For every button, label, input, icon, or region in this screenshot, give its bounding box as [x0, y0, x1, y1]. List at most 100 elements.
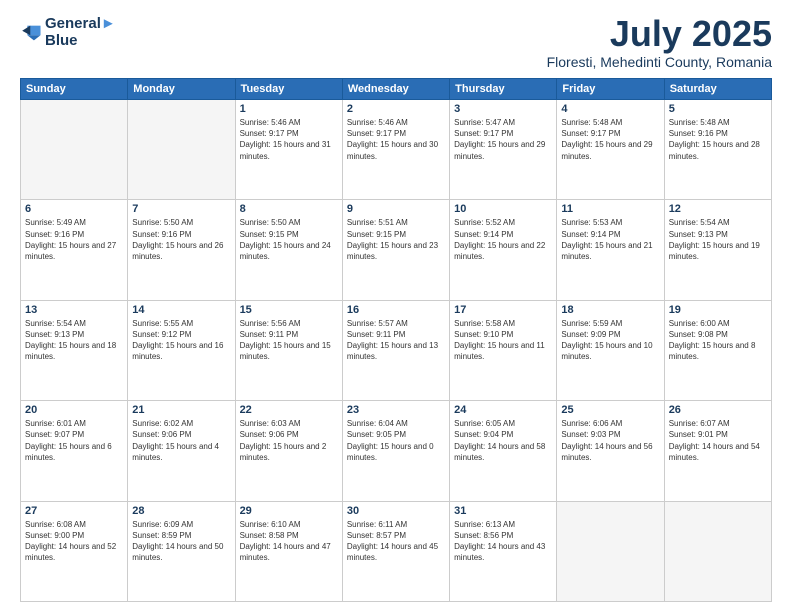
- header-wednesday: Wednesday: [342, 79, 449, 100]
- table-row: 16 Sunrise: 5:57 AM Sunset: 9:11 PM Dayli…: [342, 300, 449, 400]
- table-row: 5 Sunrise: 5:48 AM Sunset: 9:16 PM Daylig…: [664, 100, 771, 200]
- title-block: July 2025 Floresti, Mehedinti County, Ro…: [547, 16, 772, 70]
- calendar-title: July 2025: [547, 16, 772, 52]
- day-number: 21: [132, 404, 230, 416]
- table-row: 10 Sunrise: 5:52 AM Sunset: 9:14 PM Dayli…: [450, 200, 557, 300]
- table-row: 13Sunrise: 5:54 AM Sunset: 9:13 PM Dayli…: [21, 300, 128, 400]
- day-info: Sunrise: 5:50 AM Sunset: 9:15 PM Dayligh…: [240, 217, 338, 262]
- header-row: Sunday Monday Tuesday Wednesday Thursday…: [21, 79, 772, 100]
- table-row: 31Sunrise: 6:13 AM Sunset: 8:56 PM Dayli…: [450, 501, 557, 601]
- table-row: 4Sunrise: 5:48 AM Sunset: 9:17 PM Daylig…: [557, 100, 664, 200]
- table-row: 21Sunrise: 6:02 AM Sunset: 9:06 PM Dayli…: [128, 401, 235, 501]
- day-number: 28: [132, 505, 230, 517]
- day-number: 15: [240, 304, 338, 316]
- calendar-subtitle: Floresti, Mehedinti County, Romania: [547, 54, 772, 70]
- day-number: 30: [347, 505, 445, 517]
- day-info: Sunrise: 5:49 AM Sunset: 9:16 PM Dayligh…: [25, 217, 123, 262]
- day-info: Sunrise: 6:09 AM Sunset: 8:59 PM Dayligh…: [132, 519, 230, 564]
- day-number: 29: [240, 505, 338, 517]
- table-row: 25 Sunrise: 6:06 AM Sunset: 9:03 PM Dayli…: [557, 401, 664, 501]
- table-row: [557, 501, 664, 601]
- day-info: Sunrise: 6:00 AM Sunset: 9:08 PM Dayligh…: [669, 318, 767, 363]
- day-info: Sunrise: 6:08 AM Sunset: 9:00 PM Dayligh…: [25, 519, 123, 564]
- table-row: 6 Sunrise: 5:49 AM Sunset: 9:16 PM Daylig…: [21, 200, 128, 300]
- day-info: Sunrise: 6:06 AM Sunset: 9:03 PM Dayligh…: [561, 418, 659, 463]
- day-info: Sunrise: 5:51 AM Sunset: 9:15 PM Dayligh…: [347, 217, 445, 262]
- day-info: Sunrise: 6:04 AM Sunset: 9:05 PM Dayligh…: [347, 418, 445, 463]
- day-number: 2: [347, 103, 445, 115]
- day-number: 5: [669, 103, 767, 115]
- day-info: Sunrise: 5:48 AM Sunset: 9:16 PM Dayligh…: [669, 117, 767, 162]
- day-number: 1: [240, 103, 338, 115]
- day-info: Sunrise: 5:48 AM Sunset: 9:17 PM Dayligh…: [561, 117, 659, 162]
- day-info: Sunrise: 5:46 AM Sunset: 9:17 PM Dayligh…: [240, 117, 338, 162]
- table-row: 20Sunrise: 6:01 AM Sunset: 9:07 PM Dayli…: [21, 401, 128, 501]
- day-number: 19: [669, 304, 767, 316]
- table-row: [664, 501, 771, 601]
- day-number: 11: [561, 203, 659, 215]
- day-info: Sunrise: 5:55 AM Sunset: 9:12 PM Dayligh…: [132, 318, 230, 363]
- header-thursday: Thursday: [450, 79, 557, 100]
- day-number: 18: [561, 304, 659, 316]
- day-info: Sunrise: 5:54 AM Sunset: 9:13 PM Dayligh…: [669, 217, 767, 262]
- table-row: 12 Sunrise: 5:54 AM Sunset: 9:13 PM Dayli…: [664, 200, 771, 300]
- table-row: 18 Sunrise: 5:59 AM Sunset: 9:09 PM Dayli…: [557, 300, 664, 400]
- day-info: Sunrise: 5:57 AM Sunset: 9:11 PM Dayligh…: [347, 318, 445, 363]
- table-row: 17Sunrise: 5:58 AM Sunset: 9:10 PM Dayli…: [450, 300, 557, 400]
- logo-icon: [20, 22, 42, 44]
- day-number: 10: [454, 203, 552, 215]
- page: General► Blue July 2025 Floresti, Mehedi…: [0, 0, 792, 612]
- table-row: 28 Sunrise: 6:09 AM Sunset: 8:59 PM Dayli…: [128, 501, 235, 601]
- day-number: 25: [561, 404, 659, 416]
- header-tuesday: Tuesday: [235, 79, 342, 100]
- day-info: Sunrise: 5:59 AM Sunset: 9:09 PM Dayligh…: [561, 318, 659, 363]
- day-number: 6: [25, 203, 123, 215]
- day-info: Sunrise: 6:07 AM Sunset: 9:01 PM Dayligh…: [669, 418, 767, 463]
- table-row: 24 Sunrise: 6:05 AM Sunset: 9:04 PM Dayli…: [450, 401, 557, 501]
- header: General► Blue July 2025 Floresti, Mehedi…: [20, 16, 772, 70]
- day-number: 23: [347, 404, 445, 416]
- table-row: 8 Sunrise: 5:50 AM Sunset: 9:15 PM Daylig…: [235, 200, 342, 300]
- day-info: Sunrise: 6:05 AM Sunset: 9:04 PM Dayligh…: [454, 418, 552, 463]
- day-number: 3: [454, 103, 552, 115]
- day-number: 24: [454, 404, 552, 416]
- day-number: 7: [132, 203, 230, 215]
- table-row: 23 Sunrise: 6:04 AM Sunset: 9:05 PM Dayli…: [342, 401, 449, 501]
- day-info: Sunrise: 6:13 AM Sunset: 8:56 PM Dayligh…: [454, 519, 552, 564]
- day-info: Sunrise: 5:54 AM Sunset: 9:13 PM Dayligh…: [25, 318, 123, 363]
- day-info: Sunrise: 6:03 AM Sunset: 9:06 PM Dayligh…: [240, 418, 338, 463]
- table-row: 11 Sunrise: 5:53 AM Sunset: 9:14 PM Dayli…: [557, 200, 664, 300]
- table-row: 27 Sunrise: 6:08 AM Sunset: 9:00 PM Dayli…: [21, 501, 128, 601]
- day-info: Sunrise: 5:52 AM Sunset: 9:14 PM Dayligh…: [454, 217, 552, 262]
- day-info: Sunrise: 5:50 AM Sunset: 9:16 PM Dayligh…: [132, 217, 230, 262]
- header-friday: Friday: [557, 79, 664, 100]
- day-info: Sunrise: 5:56 AM Sunset: 9:11 PM Dayligh…: [240, 318, 338, 363]
- table-row: 3 Sunrise: 5:47 AM Sunset: 9:17 PM Daylig…: [450, 100, 557, 200]
- table-row: 29 Sunrise: 6:10 AM Sunset: 8:58 PM Dayli…: [235, 501, 342, 601]
- day-number: 8: [240, 203, 338, 215]
- day-number: 22: [240, 404, 338, 416]
- day-info: Sunrise: 6:01 AM Sunset: 9:07 PM Dayligh…: [25, 418, 123, 463]
- day-number: 27: [25, 505, 123, 517]
- table-row: 14 Sunrise: 5:55 AM Sunset: 9:12 PM Dayli…: [128, 300, 235, 400]
- logo: General► Blue: [20, 16, 116, 49]
- day-number: 14: [132, 304, 230, 316]
- day-info: Sunrise: 5:58 AM Sunset: 9:10 PM Dayligh…: [454, 318, 552, 363]
- day-number: 16: [347, 304, 445, 316]
- day-number: 9: [347, 203, 445, 215]
- table-row: 1 Sunrise: 5:46 AM Sunset: 9:17 PM Daylig…: [235, 100, 342, 200]
- table-row: 2 Sunrise: 5:46 AM Sunset: 9:17 PM Daylig…: [342, 100, 449, 200]
- table-row: 22 Sunrise: 6:03 AM Sunset: 9:06 PM Dayli…: [235, 401, 342, 501]
- day-info: Sunrise: 6:10 AM Sunset: 8:58 PM Dayligh…: [240, 519, 338, 564]
- header-monday: Monday: [128, 79, 235, 100]
- table-row: 7 Sunrise: 5:50 AM Sunset: 9:16 PM Daylig…: [128, 200, 235, 300]
- day-info: Sunrise: 5:47 AM Sunset: 9:17 PM Dayligh…: [454, 117, 552, 162]
- table-row: 30 Sunrise: 6:11 AM Sunset: 8:57 PM Dayli…: [342, 501, 449, 601]
- day-info: Sunrise: 5:46 AM Sunset: 9:17 PM Dayligh…: [347, 117, 445, 162]
- day-info: Sunrise: 5:53 AM Sunset: 9:14 PM Dayligh…: [561, 217, 659, 262]
- table-row: 19 Sunrise: 6:00 AM Sunset: 9:08 PM Dayli…: [664, 300, 771, 400]
- table-row: 9 Sunrise: 5:51 AM Sunset: 9:15 PM Daylig…: [342, 200, 449, 300]
- day-number: 12: [669, 203, 767, 215]
- table-row: 15 Sunrise: 5:56 AM Sunset: 9:11 PM Dayli…: [235, 300, 342, 400]
- day-info: Sunrise: 6:11 AM Sunset: 8:57 PM Dayligh…: [347, 519, 445, 564]
